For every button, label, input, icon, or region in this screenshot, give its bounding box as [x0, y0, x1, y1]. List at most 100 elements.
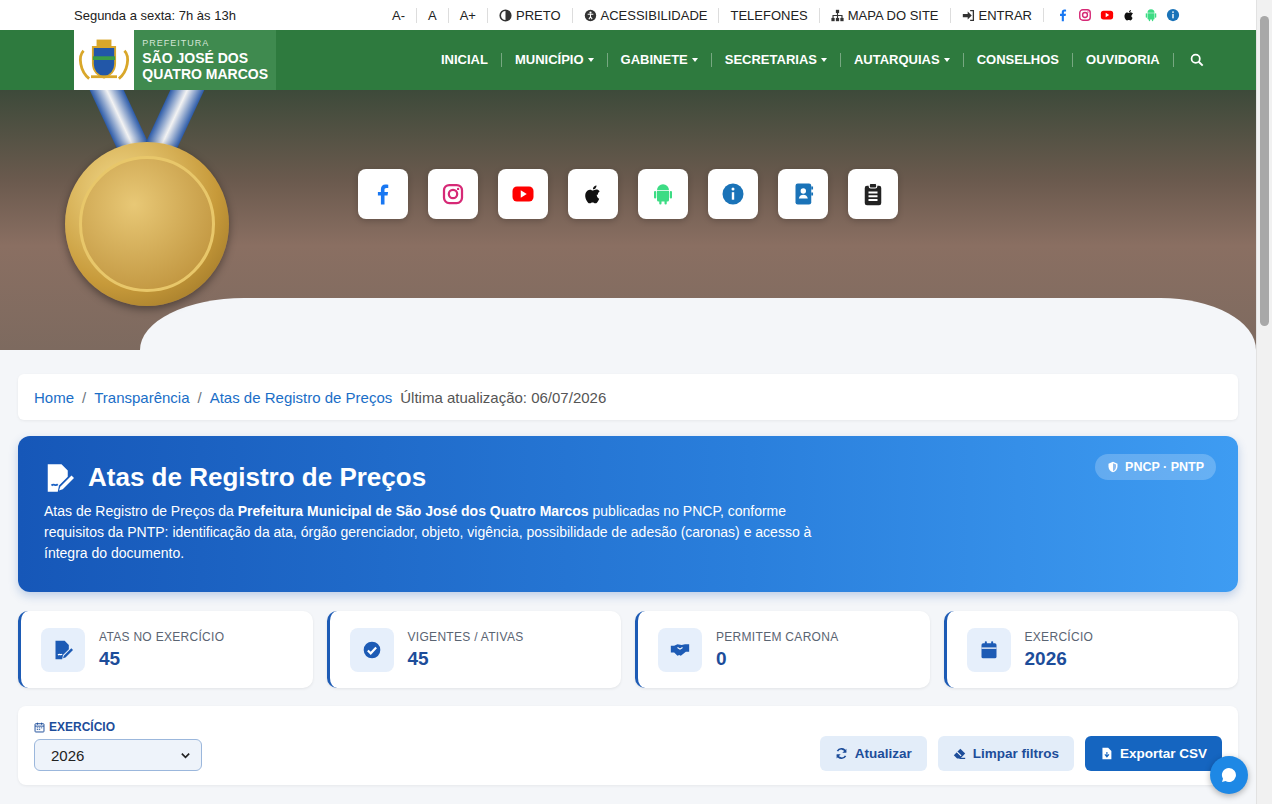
stat-label: ATAS NO EXERCÍCIO — [99, 630, 224, 644]
stat-card: PERMITEM CARONA 0 — [635, 611, 930, 688]
filter-label: EXERCÍCIO — [34, 720, 202, 734]
youtube-icon[interactable] — [1100, 8, 1114, 22]
top-bar: Segunda a sexta: 7h às 13h A-AA+ PRETO AC… — [0, 0, 1256, 30]
top-link[interactable]: MAPA DO SITE — [819, 8, 950, 23]
font-size-button[interactable]: A- — [381, 8, 416, 23]
menu-item[interactable]: CONSELHOS — [964, 53, 1073, 67]
top-link[interactable]: ENTRAR — [950, 8, 1043, 23]
handshake-icon — [670, 640, 690, 660]
info-icon — [721, 182, 745, 206]
social-tile[interactable] — [568, 169, 618, 219]
chevron-down-icon — [180, 750, 191, 761]
logo[interactable]: PREFEITURA SÃO JOSÉ DOSQUATRO MARCOS — [74, 30, 276, 90]
sitemap-icon — [831, 9, 844, 22]
menu-item[interactable]: AUTARQUIAS — [841, 53, 964, 67]
contrast-icon — [499, 9, 512, 22]
shield-icon — [1107, 461, 1119, 473]
coat-of-arms-icon — [74, 30, 134, 90]
apple-icon — [581, 182, 605, 206]
filter-actions: Atualizar Limpar filtros Exportar CSV — [820, 736, 1222, 771]
action-button[interactable]: Atualizar — [820, 736, 927, 771]
social-links — [1043, 8, 1180, 22]
info-icon[interactable] — [1166, 8, 1180, 22]
stat-value: 45 — [408, 648, 524, 670]
font-size-button[interactable]: A+ — [448, 8, 487, 23]
social-tile[interactable] — [428, 169, 478, 219]
instagram-icon — [441, 182, 465, 206]
caret-icon — [944, 58, 950, 62]
logo-kicker: PREFEITURA — [142, 38, 268, 48]
filter-bar: EXERCÍCIO 2026 Atualizar Limpar filtros E… — [18, 706, 1238, 785]
page-header: Atas de Registro de PreçosAtas de Regist… — [18, 436, 1238, 592]
chat-bubble-icon — [1219, 765, 1239, 785]
social-tile[interactable] — [848, 169, 898, 219]
stat-value: 2026 — [1025, 648, 1094, 670]
instagram-icon[interactable] — [1078, 8, 1092, 22]
top-links: A-AA+ PRETO ACESSIBILIDADE TELEFONES MAP… — [381, 8, 1180, 23]
logo-name: QUATRO MARCOS — [142, 66, 268, 82]
social-tile[interactable] — [498, 169, 548, 219]
breadcrumb-link[interactable]: Home — [34, 389, 74, 406]
social-tile[interactable] — [778, 169, 828, 219]
breadcrumb-link[interactable]: Transparência — [94, 389, 189, 406]
page: Segunda a sexta: 7h às 13h A-AA+ PRETO AC… — [0, 0, 1272, 804]
accessibility-icon — [584, 9, 597, 22]
breadcrumb-link[interactable]: Atas de Registro de Preços — [210, 389, 393, 406]
top-link[interactable]: ACESSIBILIDADE — [572, 8, 719, 23]
office-hours: Segunda a sexta: 7h às 13h — [74, 8, 236, 23]
clipboard-icon — [861, 182, 885, 206]
content: Home Transparência Atas de Registro de Pre… — [0, 350, 1256, 785]
logo-text: PREFEITURA SÃO JOSÉ DOSQUATRO MARCOS — [134, 30, 276, 90]
main: Segunda a sexta: 7h às 13h A-AA+ PRETO AC… — [0, 0, 1256, 804]
social-tile[interactable] — [638, 169, 688, 219]
hero-banner — [0, 90, 1256, 350]
scrollbar[interactable] — [1256, 0, 1272, 804]
hero-curve — [140, 298, 1256, 350]
year-select[interactable]: 2026 — [34, 739, 202, 771]
font-size-button[interactable]: A — [416, 8, 448, 23]
stat-value: 0 — [716, 648, 839, 670]
stat-card: ATAS NO EXERCÍCIO 45 — [18, 611, 313, 688]
menu-item[interactable]: OUVIDORIA — [1073, 53, 1174, 67]
stat-card: VIGENTES / ATIVAS 45 — [327, 611, 622, 688]
menu-item[interactable]: SECRETARIAS — [712, 53, 841, 67]
page-title: Atas de Registro de Preços — [88, 462, 426, 493]
signed-document-icon — [53, 640, 73, 660]
action-button[interactable]: Exportar CSV — [1085, 736, 1222, 771]
calendar-icon — [979, 640, 999, 660]
main-nav: PREFEITURA SÃO JOSÉ DOSQUATRO MARCOS INICI… — [0, 30, 1256, 90]
action-button[interactable]: Limpar filtros — [938, 736, 1074, 771]
top-link[interactable]: TELEFONES — [718, 8, 818, 23]
search-icon[interactable] — [1190, 53, 1204, 67]
logo-name: SÃO JOSÉ DOS — [142, 50, 268, 66]
menu-item[interactable]: INICIAL — [428, 53, 502, 67]
contacts-icon — [791, 182, 815, 206]
top-link[interactable]: PRETO — [487, 8, 572, 23]
stat-label: PERMITEM CARONA — [716, 630, 839, 644]
breadcrumb: Home Transparência Atas de Registro de Pre… — [18, 374, 1238, 420]
social-tile[interactable] — [358, 169, 408, 219]
chat-button[interactable] — [1210, 756, 1248, 794]
stat-label: VIGENTES / ATIVAS — [408, 630, 524, 644]
caret-icon — [821, 58, 827, 62]
facebook-icon — [371, 182, 395, 206]
stat-value: 45 — [99, 648, 224, 670]
android-icon — [651, 182, 675, 206]
youtube-icon — [511, 182, 535, 206]
breadcrumb-separator — [190, 389, 210, 406]
eraser-icon — [953, 747, 966, 760]
stat-label: EXERCÍCIO — [1025, 630, 1094, 644]
sign-in-icon — [962, 9, 975, 22]
header-title-row: Atas de Registro de Preços — [44, 462, 1212, 493]
transparency-medal-icon — [62, 90, 232, 310]
apple-icon[interactable] — [1122, 8, 1136, 22]
menu-item[interactable]: MUNICÍPIO — [502, 53, 608, 67]
breadcrumb-separator — [74, 389, 94, 406]
facebook-icon[interactable] — [1056, 8, 1070, 22]
social-tile[interactable] — [708, 169, 758, 219]
check-circle-icon — [362, 640, 382, 660]
last-updated: Última atualização: 06/07/2026 — [400, 389, 606, 406]
android-icon[interactable] — [1144, 8, 1158, 22]
menu-item[interactable]: GABINETE — [608, 53, 712, 67]
calendar-icon — [34, 722, 45, 733]
